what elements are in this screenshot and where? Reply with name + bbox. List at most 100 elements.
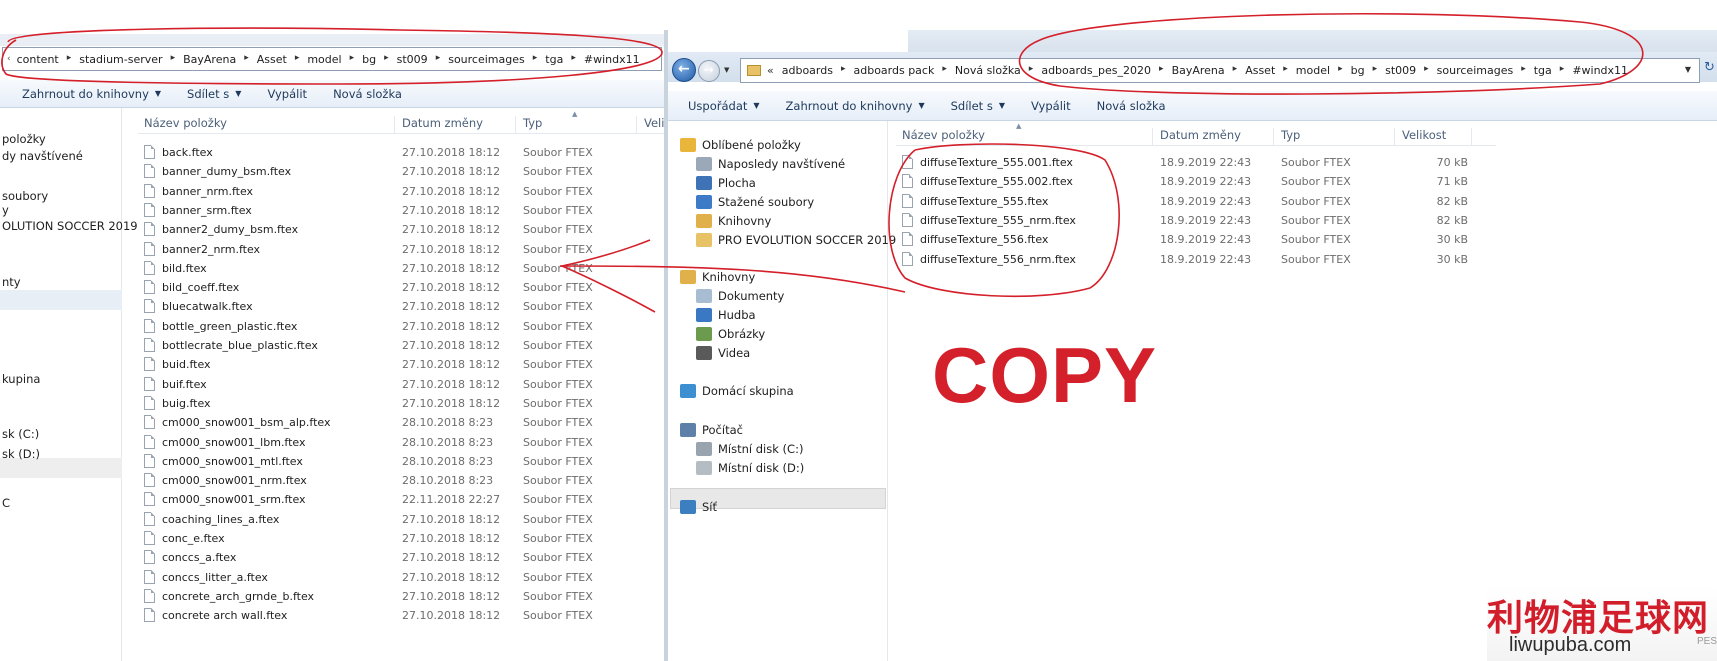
- left-col-type[interactable]: Typ: [517, 116, 637, 134]
- file-row[interactable]: conccs_a.ftex 27.10.2018 18:12 Soubor FTEX: [138, 547, 668, 568]
- file-row[interactable]: concrete arch wall.ftex 27.10.2018 18:12 S…: [138, 605, 668, 626]
- nav-item-libraries[interactable]: Knihovny: [680, 267, 755, 287]
- nav-item-pes[interactable]: PRO EVOLUTION SOCCER 2019: [696, 230, 896, 250]
- file-row[interactable]: banner_dumy_bsm.ftex 27.10.2018 18:12 Soub…: [138, 161, 668, 182]
- file-row[interactable]: cm000_snow001_bsm_alp.ftex 28.10.2018 8:2…: [138, 412, 668, 433]
- nav-item-disk-d[interactable]: Místní disk (D:): [696, 458, 804, 478]
- breadcrumb-separator-icon[interactable]: ▸: [533, 53, 538, 66]
- breadcrumb-item[interactable]: BayArena: [183, 53, 236, 66]
- breadcrumb-item[interactable]: st009: [1385, 64, 1416, 77]
- file-row[interactable]: banner_nrm.ftex 27.10.2018 18:12 Soubor FT…: [138, 181, 668, 202]
- right-include-library-button[interactable]: Zahrnout do knihovny ▼: [773, 92, 938, 120]
- file-row[interactable]: cm000_snow001_lbm.ftex 28.10.2018 8:23 Sou…: [138, 432, 668, 453]
- nav-item-recent[interactable]: Naposledy navštívené: [696, 154, 845, 174]
- file-row[interactable]: buig.ftex 27.10.2018 18:12 Soubor FTEX: [138, 393, 668, 414]
- breadcrumb-item[interactable]: content: [17, 53, 59, 66]
- left-new-folder-button[interactable]: Nová složka: [320, 80, 415, 108]
- file-row[interactable]: diffuseTexture_555.ftex 18.9.2019 22:43 So…: [896, 191, 1496, 212]
- right-col-size[interactable]: Velikost: [1396, 128, 1472, 146]
- breadcrumb-item[interactable]: bg: [1351, 64, 1365, 77]
- right-share-button[interactable]: Sdílet s ▼: [938, 92, 1018, 120]
- breadcrumb-separator-icon[interactable]: ▸: [571, 53, 576, 66]
- left-nav-item[interactable]: sk (D:): [2, 444, 40, 464]
- file-row[interactable]: concrete_arch_grnde_b.ftex 27.10.2018 18:…: [138, 586, 668, 607]
- file-row[interactable]: bild.ftex 27.10.2018 18:12 Soubor FTEX: [138, 258, 668, 279]
- right-col-type[interactable]: Typ: [1275, 128, 1395, 146]
- breadcrumb-separator-icon[interactable]: ▸: [244, 53, 249, 66]
- file-row[interactable]: conccs_litter_a.ftex 27.10.2018 18:12 Soub…: [138, 567, 668, 588]
- breadcrumb-separator-icon[interactable]: ▸: [1373, 64, 1378, 77]
- left-nav-item[interactable]: nty: [2, 272, 21, 292]
- left-nav-item[interactable]: OLUTION SOCCER 2019: [2, 216, 138, 236]
- file-row[interactable]: bluecatwalk.ftex 27.10.2018 18:12 Soubor F…: [138, 296, 668, 317]
- right-burn-button[interactable]: Vypálit: [1018, 92, 1084, 120]
- breadcrumb-item[interactable]: BayArena: [1172, 64, 1225, 77]
- nav-item-documents[interactable]: Dokumenty: [696, 286, 784, 306]
- breadcrumb-item[interactable]: adboards pack: [853, 64, 934, 77]
- file-row[interactable]: diffuseTexture_556_nrm.ftex 18.9.2019 22:…: [896, 249, 1496, 270]
- file-row[interactable]: bottle_green_plastic.ftex 27.10.2018 18:1…: [138, 316, 668, 337]
- breadcrumb-separator-icon[interactable]: ▸: [436, 53, 441, 66]
- left-include-library-button[interactable]: Zahrnout do knihovny ▼: [0, 80, 174, 108]
- right-new-folder-button[interactable]: Nová složka: [1084, 92, 1179, 120]
- breadcrumb-item[interactable]: adboards_pes_2020: [1041, 64, 1151, 77]
- file-row[interactable]: diffuseTexture_555.001.ftex 18.9.2019 22:…: [896, 152, 1496, 173]
- nav-item-homegroup[interactable]: Domácí skupina: [680, 381, 794, 401]
- breadcrumb-separator-icon[interactable]: ▸: [350, 53, 355, 66]
- breadcrumb-separator-icon[interactable]: ▸: [384, 53, 389, 66]
- file-row[interactable]: cm000_snow001_srm.ftex 22.11.2018 22:27 So…: [138, 489, 668, 510]
- breadcrumb-separator-icon[interactable]: ▸: [1560, 64, 1565, 77]
- nav-item-music[interactable]: Hudba: [696, 305, 756, 325]
- left-nav-item[interactable]: dy navštívené: [2, 146, 83, 166]
- breadcrumb-separator-icon[interactable]: ▸: [1283, 64, 1288, 77]
- forward-button[interactable]: →: [698, 60, 720, 82]
- left-nav-item[interactable]: kupina: [2, 369, 40, 389]
- file-row[interactable]: diffuseTexture_555_nrm.ftex 18.9.2019 22:…: [896, 210, 1496, 231]
- breadcrumb-item[interactable]: model: [1296, 64, 1330, 77]
- left-address-bar[interactable]: ‹ content ▸ stadium-server ▸ BayArena ▸ Asset ▸…: [2, 47, 662, 71]
- breadcrumb-separator-icon[interactable]: ▸: [1159, 64, 1164, 77]
- file-row[interactable]: coaching_lines_a.ftex 27.10.2018 18:12 Sou…: [138, 509, 668, 530]
- left-col-name[interactable]: Název položky: [138, 116, 395, 134]
- breadcrumb-item[interactable]: Nová složka: [955, 64, 1021, 77]
- file-row[interactable]: cm000_snow001_nrm.ftex 28.10.2018 8:23 Sou…: [138, 470, 668, 491]
- file-row[interactable]: buid.ftex 27.10.2018 18:12 Soubor FTEX: [138, 354, 668, 375]
- breadcrumb-separator-icon[interactable]: ▸: [841, 64, 846, 77]
- breadcrumb-separator-icon[interactable]: ▸: [295, 53, 300, 66]
- nav-item-disk-c[interactable]: Místní disk (C:): [696, 439, 803, 459]
- refresh-icon[interactable]: ↻: [1704, 60, 1715, 75]
- left-share-button[interactable]: Sdílet s ▼: [174, 80, 254, 108]
- breadcrumb-separator-icon[interactable]: ▸: [171, 53, 176, 66]
- breadcrumb-item[interactable]: bg: [362, 53, 376, 66]
- file-row[interactable]: banner_srm.ftex 27.10.2018 18:12 Soubor FT…: [138, 200, 668, 221]
- breadcrumb-separator-icon[interactable]: ▸: [1521, 64, 1526, 77]
- nav-item-network[interactable]: Síť: [680, 497, 717, 517]
- nav-item-libraries-fav[interactable]: Knihovny: [696, 211, 771, 231]
- back-button[interactable]: ←: [672, 58, 696, 82]
- nav-item-favorites[interactable]: Oblíbené položky: [680, 135, 801, 155]
- breadcrumb-item[interactable]: stadium-server: [79, 53, 162, 66]
- file-row[interactable]: banner2_nrm.ftex 27.10.2018 18:12 Soubor F…: [138, 239, 668, 260]
- breadcrumb-item[interactable]: adboards: [782, 64, 833, 77]
- history-dropdown-icon[interactable]: ▼: [724, 66, 729, 74]
- left-nav-item[interactable]: sk (C:): [2, 424, 39, 444]
- file-row[interactable]: bild_coeff.ftex 27.10.2018 18:12 Soubor FT…: [138, 277, 668, 298]
- breadcrumb-separator-icon[interactable]: ▸: [942, 64, 947, 77]
- breadcrumb-item[interactable]: sourceimages: [1437, 64, 1514, 77]
- breadcrumb-item[interactable]: Asset: [1245, 64, 1275, 77]
- right-address-bar[interactable]: « adboards ▸ adboards pack ▸ Nová složka ▸ adb…: [740, 58, 1700, 83]
- nav-item-downloads[interactable]: Stažené soubory: [696, 192, 814, 212]
- breadcrumb-separator-icon[interactable]: ▸: [1424, 64, 1429, 77]
- file-row[interactable]: diffuseTexture_556.ftex 18.9.2019 22:43 So…: [896, 229, 1496, 250]
- left-col-date[interactable]: Datum změny: [396, 116, 516, 134]
- right-col-date[interactable]: Datum změny: [1154, 128, 1274, 146]
- breadcrumb-item[interactable]: #windx11: [584, 53, 640, 66]
- nav-item-computer[interactable]: Počítač: [680, 420, 743, 440]
- file-row[interactable]: buif.ftex 27.10.2018 18:12 Soubor FTEX: [138, 374, 668, 395]
- breadcrumb-item[interactable]: #windx11: [1572, 64, 1628, 77]
- left-nav-item[interactable]: C: [2, 493, 10, 513]
- file-row[interactable]: diffuseTexture_555.002.ftex 18.9.2019 22:…: [896, 171, 1496, 192]
- breadcrumb-separator-icon[interactable]: ▸: [1338, 64, 1343, 77]
- file-row[interactable]: back.ftex 27.10.2018 18:12 Soubor FTEX: [138, 142, 668, 163]
- nav-item-pictures[interactable]: Obrázky: [696, 324, 765, 344]
